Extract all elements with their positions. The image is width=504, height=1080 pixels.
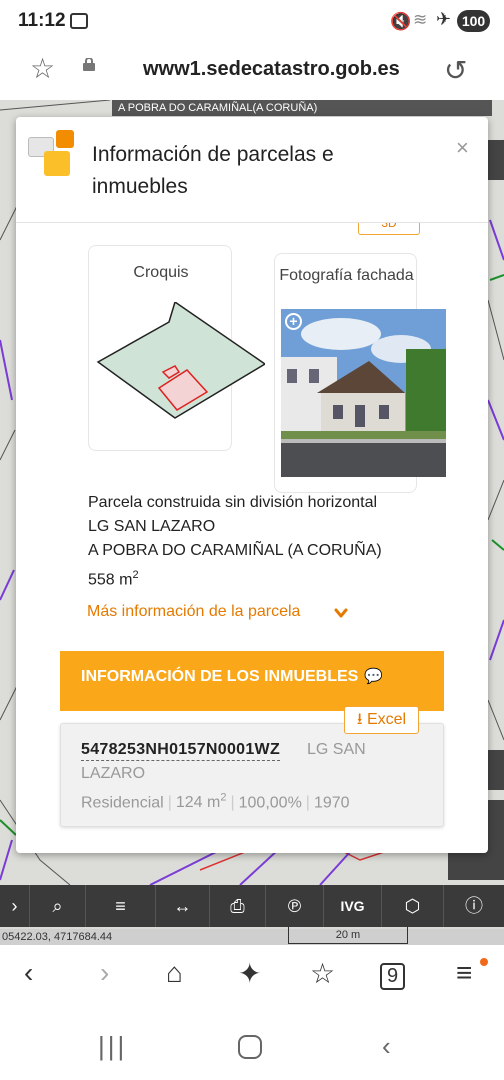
url-text[interactable]: www1.sedecatastro.gob.es <box>143 58 400 81</box>
mute-icon: 🔇 <box>390 12 412 31</box>
notification-dot <box>480 958 488 966</box>
close-icon[interactable]: × <box>456 135 469 161</box>
lock-icon[interactable] <box>82 58 96 71</box>
catastro-logo-icon <box>28 130 74 176</box>
parcel-address: LG SAN LAZARO <box>88 518 216 535</box>
back-icon[interactable]: ‹ <box>24 957 33 989</box>
property-surface: 124 m2 <box>175 792 227 812</box>
view-3d-button[interactable]: 3D <box>358 223 420 235</box>
home-icon[interactable]: ⌂ <box>166 957 183 989</box>
property-address: LG SAN <box>307 741 366 758</box>
excel-download-button[interactable]: ⭳ Excel <box>344 706 419 734</box>
parcel-summary: Parcela construida sin división horizont… <box>88 491 418 592</box>
parcel-municipality: A POBRA DO CARAMIÑAL (A CORUÑA) <box>88 542 382 559</box>
reload-icon[interactable]: ↺ <box>444 54 467 87</box>
facade-photo-label: Fotografía fachada <box>279 267 414 284</box>
airplane-icon: ✈ <box>436 9 452 29</box>
zoom-plus-icon[interactable]: + <box>285 313 302 330</box>
layers-icon[interactable]: ≡ <box>86 885 156 927</box>
property-details: Residencial | 124 m2 | 100,00% | 1970 <box>81 792 350 812</box>
sparkle-icon[interactable]: ✦ <box>238 957 261 990</box>
property-card[interactable]: ⭳ Excel 5478253NH0157N0001WZ LG SAN LAZA… <box>60 706 444 827</box>
property-share: 100,00% <box>238 794 302 812</box>
dialog-title: Información de parcelas e inmuebles <box>92 143 334 198</box>
status-bar: 11:12 🔇 ≋ ✈ 100 <box>0 0 504 42</box>
map-location-label: A POBRA DO CARAMIÑAL(A CORUÑA) <box>112 100 492 116</box>
parcel-info-dialog: Información de parcelas e inmuebles × 3D… <box>16 117 488 853</box>
cube-icon[interactable]: ⬡ <box>382 885 444 927</box>
wifi-icon: ≋ <box>413 10 428 29</box>
info-icon[interactable]: ⓘ <box>444 885 504 927</box>
bookmark-star-icon[interactable]: ☆ <box>30 52 55 85</box>
dialog-body[interactable]: 3D Croquis Fotografía fachada + Parcela … <box>16 223 488 853</box>
more-parcel-info-link[interactable]: Más información de la parcela <box>87 603 300 621</box>
ivg-button[interactable]: IVG <box>324 885 382 927</box>
parking-icon[interactable]: ℗ <box>266 885 324 927</box>
measure-icon[interactable]: ↔ <box>156 885 210 927</box>
battery-indicator: 100 <box>457 10 490 32</box>
menu-icon[interactable]: ≡ <box>456 957 472 989</box>
property-year: 1970 <box>313 794 350 812</box>
property-use: Residencial <box>81 794 164 812</box>
screen-record-icon <box>70 13 88 29</box>
home-button-icon[interactable] <box>238 1035 262 1059</box>
browser-url-bar: ☆ www1.sedecatastro.gob.es ↺ <box>0 42 504 100</box>
croquis-label: Croquis <box>133 264 189 281</box>
print-icon[interactable]: ⎙ <box>210 885 266 927</box>
map-coordinates: 05422.03, 4717684.44 <box>0 929 504 945</box>
tabs-icon[interactable]: 9 <box>380 963 406 990</box>
status-time: 11:12 <box>18 10 66 31</box>
dialog-header: Información de parcelas e inmuebles × <box>16 117 488 223</box>
map-scale: 20 m <box>288 926 408 944</box>
parcel-area: 558 m2 <box>88 569 139 589</box>
system-back-icon[interactable]: ‹ <box>382 1031 391 1062</box>
recents-icon[interactable]: ||| <box>98 1031 127 1062</box>
search-icon[interactable]: ⌕ <box>30 885 86 927</box>
system-nav-bar: ||| ‹ <box>0 1013 504 1080</box>
forward-icon[interactable]: › <box>100 957 109 989</box>
property-address-cont: LAZARO <box>81 765 146 782</box>
browser-bottom-nav: ‹ › ⌂ ✦ ☆ 9 ≡ <box>0 945 504 1013</box>
map-toolbar: › ⌕ ≡ ↔ ⎙ ℗ IVG ⬡ ⓘ <box>0 885 504 927</box>
facade-photo[interactable]: + <box>281 309 446 477</box>
chevron-down-icon[interactable] <box>334 606 348 620</box>
parcel-type: Parcela construida sin división horizont… <box>88 494 378 511</box>
cadastral-reference-link[interactable]: 5478253NH0157N0001WZ <box>81 740 281 761</box>
facade-photo-image <box>281 309 446 477</box>
properties-info-banner[interactable]: INFORMACIÓN DE LOS INMUEBLES 💬 <box>60 651 444 711</box>
chat-bubble-icon: 💬 <box>364 668 384 685</box>
croquis-panel[interactable]: Croquis <box>88 245 265 451</box>
chevron-right-icon[interactable]: › <box>0 885 30 927</box>
parcel-sketch[interactable] <box>95 302 265 422</box>
bookmarks-icon[interactable]: ☆ <box>310 957 335 990</box>
